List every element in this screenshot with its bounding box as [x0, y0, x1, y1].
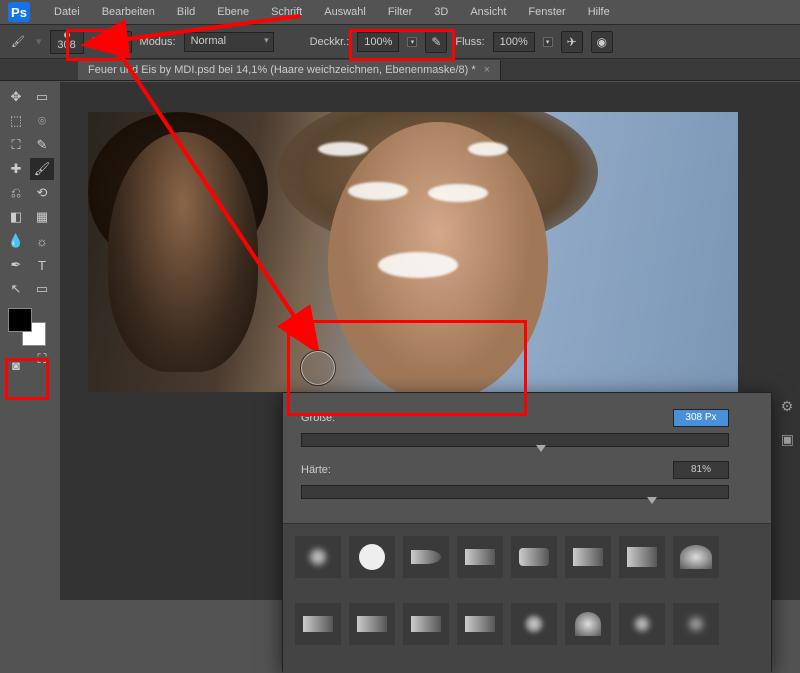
shape-tool[interactable]: ▭: [30, 278, 54, 300]
path-tool[interactable]: ↖: [4, 278, 28, 300]
canvas-art: [378, 252, 458, 278]
brush-preset[interactable]: [619, 603, 665, 645]
panel-settings-icon[interactable]: ⚙: [781, 398, 794, 415]
eyedropper-tool[interactable]: ✎: [30, 134, 54, 156]
brush-preset[interactable]: [295, 536, 341, 578]
menu-3d[interactable]: 3D: [424, 2, 458, 22]
brush-preset[interactable]: [403, 536, 449, 578]
brush-preset[interactable]: [295, 603, 341, 645]
color-swatches[interactable]: [8, 308, 46, 346]
history-brush-tool[interactable]: ⟲: [30, 182, 54, 204]
lasso-tool[interactable]: ⌾: [30, 110, 54, 132]
foreground-color-swatch[interactable]: [8, 308, 32, 332]
brush-preset[interactable]: [511, 603, 557, 645]
brush-tool-icon: 🖌: [8, 32, 28, 52]
airbrush-icon[interactable]: ✈: [561, 31, 583, 53]
menu-help[interactable]: Hilfe: [578, 2, 620, 22]
brush-size-slider[interactable]: [301, 433, 729, 447]
brush-preset[interactable]: [619, 536, 665, 578]
pressure-size-icon[interactable]: ◉: [591, 31, 613, 53]
move-tool[interactable]: ✥: [4, 86, 28, 108]
gradient-tool[interactable]: ▦: [30, 206, 54, 228]
size-label: Größe:: [301, 412, 351, 424]
brush-preset[interactable]: [457, 603, 503, 645]
blur-tool[interactable]: 💧: [4, 230, 28, 252]
marquee-tool[interactable]: ⬚: [4, 110, 28, 132]
brush-cursor-icon: [300, 350, 336, 386]
brush-preset-panel: Größe: 308 Px Härte: 81%: [282, 392, 772, 672]
brush-preset-picker[interactable]: 308: [50, 30, 84, 54]
brush-preset[interactable]: [457, 536, 503, 578]
menu-filter[interactable]: Filter: [378, 2, 422, 22]
hardness-label: Härte:: [301, 464, 351, 476]
quickmask-tool[interactable]: ◙: [4, 354, 28, 376]
brush-preset-grid: [283, 523, 771, 673]
flow-label: Fluss:: [455, 36, 484, 48]
brush-preset[interactable]: [673, 603, 719, 645]
brush-preset[interactable]: [403, 603, 449, 645]
pressure-opacity-icon[interactable]: ✎: [425, 31, 447, 53]
brush-preset[interactable]: [511, 536, 557, 578]
healing-tool[interactable]: ✚: [4, 158, 28, 180]
brush-preset[interactable]: [565, 603, 611, 645]
close-tab-icon[interactable]: ×: [484, 64, 490, 76]
brush-preset[interactable]: [673, 536, 719, 578]
flow-input[interactable]: 100%: [493, 32, 535, 52]
crop-tool[interactable]: ⛶: [4, 134, 28, 156]
pen-tool[interactable]: ✒: [4, 254, 28, 276]
opacity-input[interactable]: 100%: [357, 32, 399, 52]
brush-hardness-input[interactable]: 81%: [673, 461, 729, 479]
artboard-tool[interactable]: ▭: [30, 86, 54, 108]
divider: ▾: [36, 35, 42, 48]
brush-preset[interactable]: [349, 603, 395, 645]
app-logo: Ps: [8, 2, 30, 22]
annotation-arrow: [80, 10, 340, 350]
screenmode-tool[interactable]: ⛶: [30, 348, 54, 370]
menu-view[interactable]: Ansicht: [460, 2, 516, 22]
menu-window[interactable]: Fenster: [518, 2, 575, 22]
brush-tool[interactable]: 🖌: [30, 158, 54, 180]
canvas-art: [428, 184, 488, 202]
opacity-dropdown-icon[interactable]: ▾: [407, 37, 417, 47]
stamp-tool[interactable]: ⎌: [4, 182, 28, 204]
brush-hardness-slider[interactable]: [301, 485, 729, 499]
brush-size-input[interactable]: 308 Px: [673, 409, 729, 427]
type-tool[interactable]: T: [30, 254, 54, 276]
new-preset-icon[interactable]: ▣: [781, 431, 794, 448]
dodge-tool[interactable]: ☼: [30, 230, 54, 252]
brush-preset[interactable]: [565, 536, 611, 578]
toolbox: ✥ ▭ ⬚ ⌾ ⛶ ✎ ✚ 🖌 ⎌ ⟲ ◧ ▦ 💧 ☼ ✒ T ↖ ▭ ◙ ⛶: [0, 82, 60, 600]
canvas-art: [348, 182, 408, 200]
eraser-tool[interactable]: ◧: [4, 206, 28, 228]
flow-dropdown-icon[interactable]: ▾: [543, 37, 553, 47]
brush-preset[interactable]: [349, 536, 395, 578]
canvas-art: [468, 142, 508, 156]
